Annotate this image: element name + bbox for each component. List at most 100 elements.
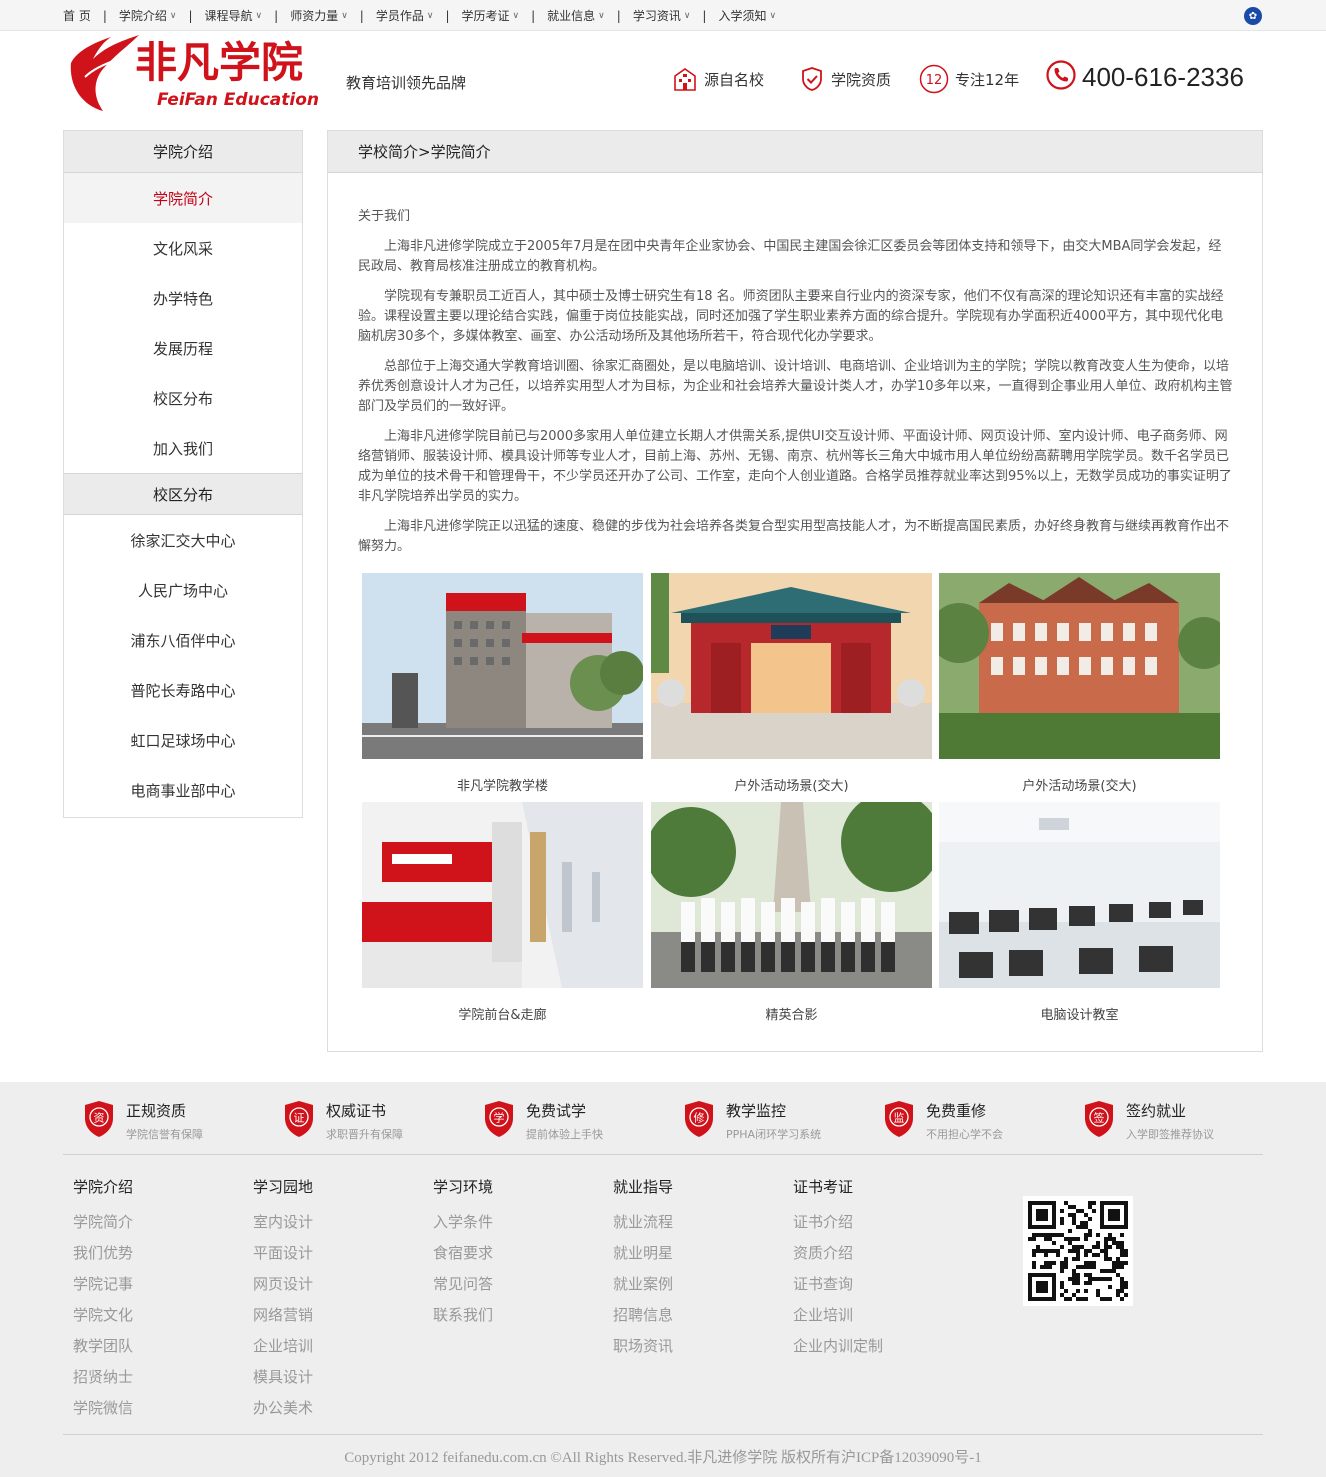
footer-link[interactable]: 资质介绍 bbox=[793, 1238, 883, 1269]
sidebar-item[interactable]: 办学特色 bbox=[64, 273, 302, 323]
sidebar-item[interactable]: 文化风采 bbox=[64, 223, 302, 273]
footer-link[interactable]: 入学条件 bbox=[433, 1207, 493, 1238]
footer-link[interactable]: 招贤纳士 bbox=[73, 1362, 133, 1393]
footer-link[interactable]: 证书介绍 bbox=[793, 1207, 883, 1238]
top-nav-label: 学历考证 bbox=[461, 9, 510, 23]
footer-badge: 监 免费重修 不用担心学不会 bbox=[883, 1100, 1003, 1142]
top-nav-label: 首 页 bbox=[63, 9, 91, 23]
top-nav-item[interactable]: 入学须知 ∨ bbox=[718, 7, 776, 24]
chevron-down-icon: ∨ bbox=[255, 10, 263, 21]
wechat-qr-code bbox=[1023, 1196, 1133, 1306]
sidebar-item[interactable]: 普陀长寿路中心 bbox=[64, 665, 302, 715]
sidebar-item[interactable]: 浦东八佰伴中心 bbox=[64, 615, 302, 665]
top-nav-item[interactable]: 学院介绍 ∨ bbox=[119, 7, 177, 24]
footer-link[interactable]: 模具设计 bbox=[253, 1362, 313, 1393]
feature-label: 学院资质 bbox=[831, 70, 892, 89]
footer-divider bbox=[63, 1434, 1263, 1435]
wechat-icon[interactable]: ✿ bbox=[1244, 7, 1262, 25]
footer-link[interactable]: 学院微信 bbox=[73, 1393, 133, 1424]
footer-column-title: 学习环境 bbox=[433, 1178, 494, 1196]
sidebar-item[interactable]: 发展历程 bbox=[64, 323, 302, 373]
sidebar-item[interactable]: 人民广场中心 bbox=[64, 565, 302, 615]
badge-subtitle: PPHA闭环学习系统 bbox=[726, 1128, 822, 1141]
hotline[interactable]: 400-616-2336 bbox=[1046, 60, 1244, 94]
chevron-down-icon: ∨ bbox=[169, 10, 177, 21]
article: 关于我们 上海非凡进修学院成立于2005年7月是在团中央青年企业家协会、中国民主… bbox=[358, 207, 1234, 567]
footer-link[interactable]: 证书查询 bbox=[793, 1269, 883, 1300]
top-nav-label: 学员作品 bbox=[375, 9, 424, 23]
gallery-caption: 精英合影 bbox=[765, 1008, 818, 1023]
chevron-down-icon: ∨ bbox=[341, 10, 348, 21]
footer-badge: 修 教学监控 PPHA闭环学习系统 bbox=[683, 1100, 821, 1142]
footer-link[interactable]: 学院记事 bbox=[73, 1269, 133, 1300]
logo-en-text: FeiFan Education bbox=[157, 90, 319, 110]
footer-badge: 签 签约就业 入学即签推荐协议 bbox=[1083, 1100, 1214, 1142]
footer-link[interactable]: 平面设计 bbox=[253, 1238, 313, 1269]
footer-link[interactable]: 网页设计 bbox=[253, 1269, 313, 1300]
top-nav-label: 就业信息 bbox=[547, 9, 596, 23]
footer-link[interactable]: 教学团队 bbox=[73, 1331, 133, 1362]
footer-link[interactable]: 联系我们 bbox=[433, 1300, 493, 1331]
footer-link[interactable]: 食宿要求 bbox=[433, 1238, 493, 1269]
top-nav-item[interactable]: 学习资讯 ∨ bbox=[633, 7, 691, 24]
footer-column: 学习环境入学条件 食宿要求 常见问答 联系我们 bbox=[433, 1176, 493, 1331]
top-nav-item[interactable]: 课程导航 ∨ bbox=[205, 7, 263, 24]
nav-separator: | bbox=[445, 8, 450, 23]
badge-title: 正规资质 bbox=[126, 1102, 187, 1120]
sidebar-item[interactable]: 学院简介 bbox=[64, 173, 302, 223]
sidebar-item[interactable]: 电商事业部中心 bbox=[64, 765, 302, 815]
slogan: 教育培训领先品牌 bbox=[346, 74, 467, 92]
gallery-item[interactable]: 户外活动场景(交大) bbox=[939, 573, 1220, 794]
footer-link[interactable]: 我们优势 bbox=[73, 1238, 133, 1269]
footer-badge: 证 权威证书 求职晋升有保障 bbox=[283, 1100, 403, 1142]
gallery-item[interactable]: 电脑设计教室 bbox=[939, 802, 1220, 1023]
badge-title: 签约就业 bbox=[1126, 1102, 1187, 1120]
footer-link[interactable]: 就业明星 bbox=[613, 1238, 673, 1269]
footer-column: 学院介绍 学院简介 我们优势 学院记事 学院文化 教学团队 招贤纳士 学院微信 bbox=[73, 1176, 133, 1424]
sidebar-item[interactable]: 校区分布 bbox=[64, 373, 302, 423]
top-nav-label: 课程导航 bbox=[204, 9, 253, 23]
footer-badge: 学 免费试学 提前体验上手快 bbox=[483, 1100, 603, 1142]
article-body: 上海非凡进修学院成立于2005年7月是在团中央青年企业家协会、中国民主建国会徐汇… bbox=[358, 237, 1234, 557]
gallery-item[interactable]: 学院前台&走廊 bbox=[362, 802, 643, 1023]
school-building-icon bbox=[672, 65, 698, 93]
footer-link[interactable]: 就业案例 bbox=[613, 1269, 673, 1300]
gallery-item[interactable]: 非凡学院教学楼 bbox=[362, 573, 643, 794]
footer-link[interactable]: 职场资讯 bbox=[613, 1331, 673, 1362]
footer-link[interactable]: 室内设计 bbox=[253, 1207, 313, 1238]
copyright: Copyright 2012 feifanedu.com.cn ©All Rig… bbox=[344, 1450, 982, 1466]
footer-link[interactable]: 学院简介 bbox=[73, 1207, 133, 1238]
footer-column: 证书考证 证书介绍 资质介绍 证书查询 企业培训 企业内训定制 bbox=[793, 1176, 883, 1362]
footer: 资 正规资质 学院信誉有保障 证 权威证书 求职晋升有保障 学 免费试学 提前体验上手快 修 教学监… bbox=[0, 1082, 1326, 1477]
badge-char: 签 bbox=[1094, 1111, 1105, 1125]
nav-separator: | bbox=[702, 8, 707, 23]
gallery-item[interactable]: 户外活动场景(交大) bbox=[651, 573, 932, 794]
logo[interactable]: 非凡学院 FeiFan Education bbox=[63, 33, 323, 113]
top-nav-item[interactable]: 学员作品 ∨ bbox=[376, 7, 434, 24]
sidebar-item[interactable]: 加入我们 bbox=[64, 423, 302, 473]
gallery-caption: 学院前台&走廊 bbox=[458, 1008, 547, 1023]
top-nav-item[interactable]: 首 页 bbox=[63, 7, 91, 24]
top-nav-item[interactable]: 就业信息 ∨ bbox=[547, 7, 605, 24]
footer-link[interactable]: 网络营销 bbox=[253, 1300, 313, 1331]
gallery-photo bbox=[939, 802, 1220, 988]
sidebar-item[interactable]: 徐家汇交大中心 bbox=[64, 515, 302, 565]
footer-link[interactable]: 招聘信息 bbox=[613, 1300, 673, 1331]
footer-link[interactable]: 办公美术 bbox=[253, 1393, 313, 1424]
footer-link[interactable]: 学院文化 bbox=[73, 1300, 133, 1331]
badge-subtitle: 求职晋升有保障 bbox=[326, 1128, 403, 1141]
top-nav-label: 师资力量 bbox=[290, 9, 339, 23]
gallery-item[interactable]: 精英合影 bbox=[651, 802, 932, 1023]
phone-icon bbox=[1046, 60, 1076, 94]
sidebar-item[interactable]: 虹口足球场中心 bbox=[64, 715, 302, 765]
footer-link[interactable]: 就业流程 bbox=[613, 1207, 673, 1238]
top-nav-item[interactable]: 师资力量 ∨ bbox=[290, 7, 348, 24]
footer-link[interactable]: 企业培训 bbox=[253, 1331, 313, 1362]
footer-link[interactable]: 常见问答 bbox=[433, 1269, 493, 1300]
badge-number: 12 bbox=[926, 73, 943, 88]
footer-link[interactable]: 企业培训 bbox=[793, 1300, 883, 1331]
shield-badge-icon: 证 bbox=[283, 1100, 315, 1138]
footer-link[interactable]: 企业内训定制 bbox=[793, 1331, 883, 1362]
top-nav-item[interactable]: 学历考证 ∨ bbox=[462, 7, 520, 24]
article-paragraph: 学院现有专兼职员工近百人，其中硕士及博士研究生有18 名。师资团队主要来自行业内… bbox=[358, 289, 1224, 344]
